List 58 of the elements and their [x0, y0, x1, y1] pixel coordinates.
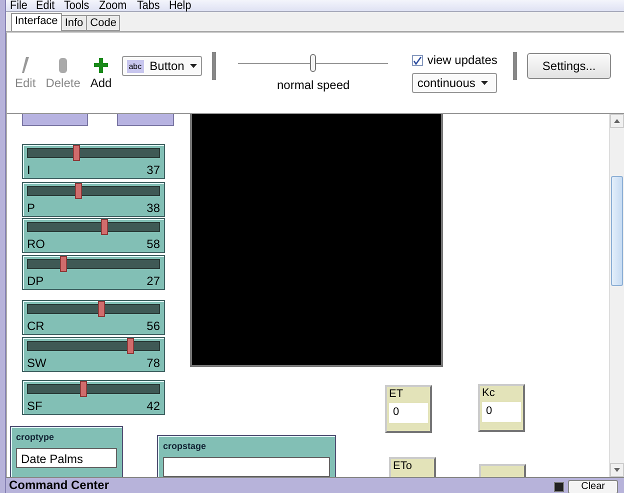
- monitor-label: ETo: [393, 460, 412, 472]
- menu-item[interactable]: Tools: [64, 0, 90, 11]
- view-updates-checkbox[interactable]: view updates: [412, 53, 498, 67]
- tab[interactable]: Info: [60, 15, 88, 31]
- caret-icon: [190, 64, 198, 68]
- scrollbar[interactable]: [609, 114, 624, 477]
- pencil-icon: [21, 56, 30, 72]
- command-center-title: Command Center: [9, 478, 110, 493]
- slider[interactable]: RO 58: [22, 218, 165, 253]
- slider[interactable]: CR 56: [22, 300, 165, 335]
- menu-item[interactable]: Tabs: [136, 0, 160, 11]
- slider-value: 78: [146, 357, 160, 369]
- menu-item[interactable]: Edit: [36, 0, 55, 11]
- menu-item[interactable]: Help: [169, 0, 192, 11]
- monitor-value: 0: [482, 402, 521, 422]
- add-button[interactable]: Add: [90, 56, 112, 90]
- tab[interactable]: Code: [86, 15, 120, 31]
- monitor-value: 0: [389, 403, 428, 423]
- slider-label: I: [27, 164, 30, 176]
- slider-label: CR: [27, 320, 44, 332]
- chooser[interactable]: croptype Date Palms: [10, 426, 123, 477]
- slider-label: SF: [27, 400, 42, 412]
- slider-label: RO: [27, 238, 45, 250]
- up-arrow-icon[interactable]: [614, 119, 620, 123]
- chooser-value: Date Palms: [16, 448, 117, 468]
- slider[interactable]: DP 27: [22, 255, 165, 290]
- update-mode-dropdown[interactable]: continuous: [412, 73, 498, 93]
- chooser[interactable]: cropstage: [157, 435, 336, 477]
- menu-item[interactable]: File: [10, 0, 28, 11]
- slider[interactable]: SW 78: [22, 337, 165, 372]
- down-arrow-icon[interactable]: [614, 468, 620, 472]
- tab[interactable]: Interface: [11, 13, 62, 31]
- clear-button[interactable]: Clear: [568, 480, 618, 493]
- slider-value: 56: [146, 320, 160, 332]
- slider[interactable]: SF 42: [22, 380, 165, 415]
- slider[interactable]: P 38: [22, 182, 165, 217]
- speed-slider[interactable]: [238, 54, 388, 74]
- slider-value: 58: [146, 238, 160, 250]
- slider-value: 27: [146, 275, 160, 287]
- slider-label: DP: [27, 275, 44, 287]
- chooser-label: croptype: [16, 432, 56, 442]
- slider-value: 37: [146, 164, 160, 176]
- slider-value: 38: [146, 202, 160, 214]
- chooser-label: cropstage: [163, 441, 208, 451]
- menu-item[interactable]: Zoom: [99, 0, 127, 11]
- slider-label: SW: [27, 357, 46, 369]
- caret-icon: [481, 81, 488, 85]
- slider[interactable]: I 37: [22, 144, 165, 179]
- settings-button[interactable]: Settings...: [527, 53, 611, 79]
- slider-label: P: [27, 202, 36, 214]
- check-icon: [413, 56, 422, 64]
- monitor-label: ET: [389, 388, 404, 400]
- slider-value: 42: [146, 400, 160, 412]
- widget-type-dropdown[interactable]: abc Button: [122, 56, 202, 76]
- scroll-thumb[interactable]: [611, 176, 623, 286]
- plus-icon: [94, 56, 108, 72]
- speed-label: normal speed: [276, 78, 350, 92]
- monitor-label: Kc: [482, 387, 495, 399]
